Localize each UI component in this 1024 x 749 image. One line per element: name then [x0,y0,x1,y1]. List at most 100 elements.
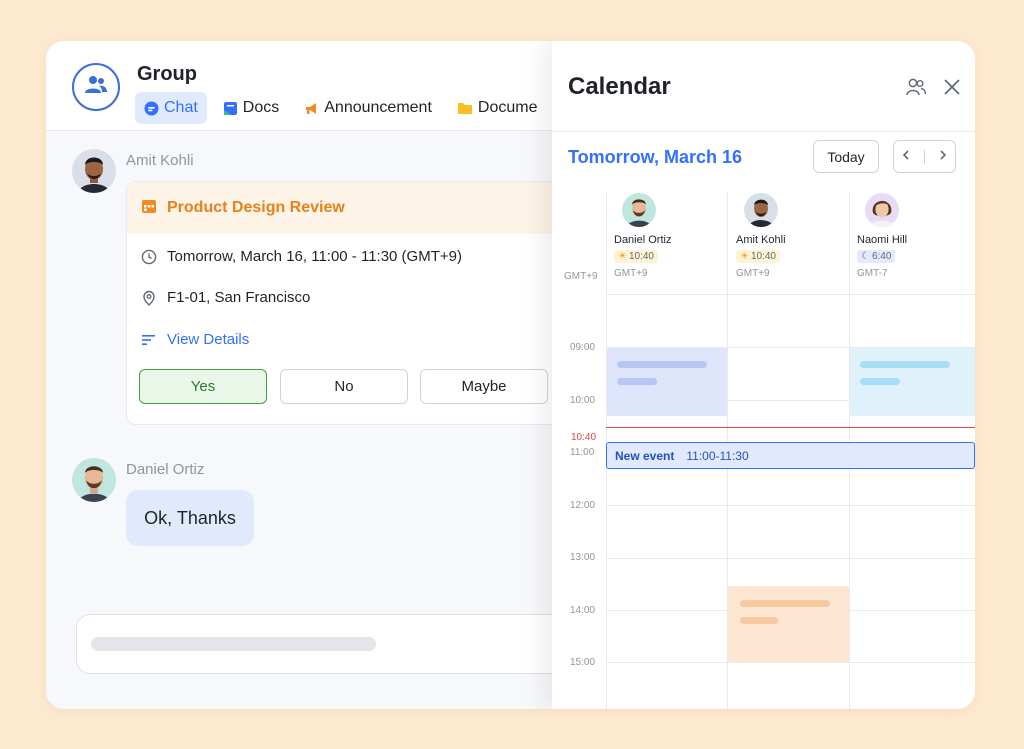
participants-icon[interactable] [905,77,927,97]
location-pin-icon [141,290,159,306]
tab-chat-label: Chat [164,99,198,116]
view-details-link[interactable]: View Details [141,331,249,348]
avatar [72,149,116,193]
person-daniel-ortiz[interactable]: Daniel Ortiz ☀ 10:40 GMT+9 [614,193,734,279]
sun-icon: ☀ [740,251,749,262]
person-amit-kohli[interactable]: Amit Kohli ☀ 10:40 GMT+9 [736,193,856,279]
event-location-row: F1-01, San Francisco [141,289,310,306]
event-title: Product Design Review [167,199,345,216]
grid-row-line [606,662,975,663]
calendar-pane: Calendar Tomorrow, March 16 Today Daniel… [552,41,975,709]
sender-name: Daniel Ortiz [126,461,205,478]
person-name: Amit Kohli [736,234,786,246]
local-time-badge: ☀ 10:40 [614,250,658,263]
hour-label: 10:00 [570,395,596,406]
group-avatar[interactable] [72,63,120,111]
busy-block[interactable] [850,348,975,416]
calendar-title: Calendar [568,73,671,100]
chevron-left-icon[interactable] [901,148,911,166]
chat-bubble-icon [144,101,159,116]
person-timezone: GMT-7 [857,268,888,279]
tab-docs[interactable]: Docs [214,92,288,124]
local-time: 10:40 [628,251,654,262]
group-icon [84,74,108,101]
tab-chat[interactable]: Chat [135,92,207,124]
placeholder-bar [860,378,900,385]
message-avatar-amit[interactable] [72,149,116,193]
sender-name: Amit Kohli [126,152,194,169]
list-icon [141,333,159,347]
calendar-header-actions [889,77,961,97]
person-name: Naomi Hill [857,234,908,246]
local-time-badge: ☀ 10:40 [736,250,780,263]
rsvp-yes-button[interactable]: Yes [139,369,267,404]
rsvp-no-button[interactable]: No [280,369,408,404]
local-time-badge: ☾ 6:40 [857,250,896,263]
avatar [622,193,656,227]
folder-icon [457,101,473,115]
timezone-label: GMT+9 [564,271,598,282]
placeholder-bar [740,617,778,624]
today-button[interactable]: Today [813,140,879,173]
sun-icon: ☀ [618,251,627,262]
busy-block[interactable] [728,586,849,662]
tab-announcement[interactable]: Announcement [295,92,441,124]
tab-documents-label: Docume [477,99,538,116]
chat-header: Group Chat Docs Announcement Docume [46,41,552,131]
hour-label: 15:00 [570,657,596,668]
message-input[interactable] [76,614,576,674]
avatar [744,193,778,227]
date-label: Tomorrow, March 16 [568,147,743,167]
avatar [865,193,899,227]
chat-tabs: Chat Docs Announcement Docume [135,92,553,124]
event-card-header: Product Design Review [127,182,565,234]
person-timezone: GMT+9 [614,268,648,279]
date-nav [893,140,956,173]
event-time-row: Tomorrow, March 16, 11:00 - 11:30 (GMT+9… [141,248,462,265]
event-location: F1-01, San Francisco [167,289,311,306]
tab-documents[interactable]: Docume [448,92,547,124]
chevron-right-icon[interactable] [938,148,948,166]
new-event-time: 11:00-11:30 [686,448,749,463]
person-naomi-hill[interactable]: Naomi Hill ☾ 6:40 GMT-7 [857,193,975,279]
grid-row-line [606,558,975,559]
megaphone-icon [304,101,319,116]
tab-docs-label: Docs [242,99,280,116]
message-avatar-daniel[interactable] [72,458,116,502]
person-timezone: GMT+9 [736,268,770,279]
new-event-block[interactable]: New event 11:00-11:30 [606,442,975,469]
grid-row-line [606,505,975,506]
app-window: Group Chat Docs Announcement Docume Amit… [46,41,975,709]
local-time: 6:40 [871,251,892,262]
current-time-label: 10:40 [571,432,597,443]
person-name: Daniel Ortiz [614,234,672,246]
hour-label: 11:00 [570,447,595,458]
current-time-line [606,427,975,428]
busy-block[interactable] [607,348,727,416]
new-event-title: New event [615,448,675,463]
group-title: Group [137,63,197,85]
view-details-label: View Details [167,331,250,348]
hour-label: 09:00 [570,342,596,353]
placeholder-bar [860,361,950,368]
divider [552,131,975,132]
clock-icon [141,249,159,265]
avatar [72,458,116,502]
placeholder-bar [617,378,657,385]
local-time: 10:40 [750,251,776,262]
moon-icon: ☾ [861,251,870,262]
rsvp-maybe-button[interactable]: Maybe [420,369,548,404]
docs-icon [223,101,238,116]
grid-row-line [606,294,975,295]
hour-label: 14:00 [570,605,596,616]
chat-pane: Group Chat Docs Announcement Docume Amit… [46,41,576,709]
hour-label: 13:00 [570,552,596,563]
placeholder-bar [617,361,707,368]
close-icon[interactable] [943,78,961,96]
event-time: Tomorrow, March 16, 11:00 - 11:30 (GMT+9… [167,248,462,265]
tab-announcement-label: Announcement [324,99,432,116]
calendar-event-icon [141,198,157,219]
hour-label: 12:00 [570,500,596,511]
placeholder-bar [740,600,830,607]
message-bubble: Ok, Thanks [126,490,254,546]
